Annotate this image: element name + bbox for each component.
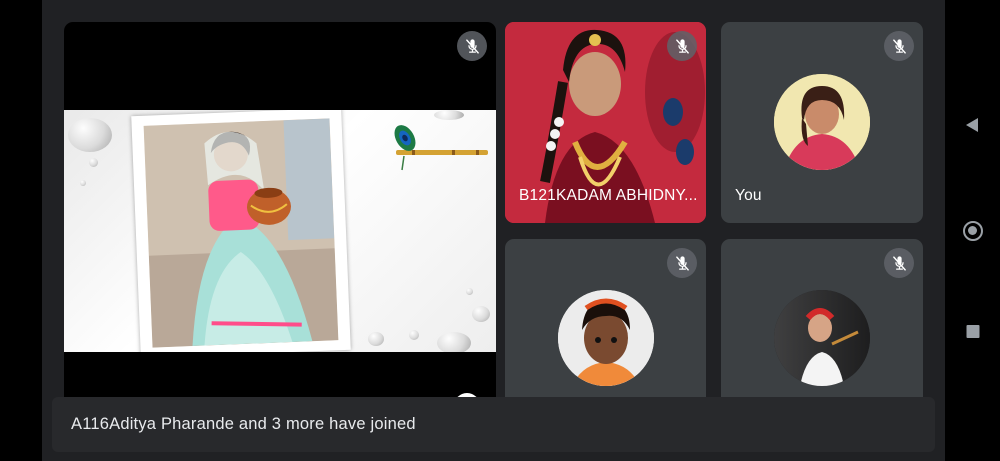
shared-content-slide (64, 110, 496, 352)
water-drop-decoration (68, 118, 112, 152)
participant-tile-b121[interactable]: B121KADAM ABHIDNY... (505, 22, 706, 223)
participant-name: You (735, 187, 762, 204)
avatar (774, 74, 870, 170)
mic-off-icon (884, 31, 914, 61)
mic-off-icon (667, 31, 697, 61)
participant-tile-you[interactable]: You (721, 22, 923, 223)
framed-photo (131, 110, 351, 352)
participant-name: B121KADAM ABHIDNY... (519, 187, 698, 204)
water-drop-decoration (368, 332, 384, 346)
mic-off-icon (884, 248, 914, 278)
recents-icon[interactable] (966, 325, 979, 338)
mic-off-icon (457, 31, 487, 61)
join-notification-text: A116Aditya Pharande and 3 more have join… (71, 415, 416, 433)
left-screen-edge (0, 0, 42, 461)
avatar (558, 290, 654, 386)
water-drop-decoration (409, 330, 419, 340)
water-drop-decoration (472, 306, 490, 322)
flute-feather-graphic (394, 125, 488, 171)
main-participant-tile[interactable] (64, 22, 496, 442)
water-drop-decoration (89, 158, 98, 167)
back-icon[interactable] (965, 118, 978, 132)
join-notification: A116Aditya Pharande and 3 more have join… (52, 397, 935, 452)
child-photo (143, 118, 339, 348)
system-navigation-bar (945, 0, 1000, 461)
mic-off-icon (667, 248, 697, 278)
home-icon[interactable] (962, 221, 983, 241)
avatar (774, 290, 870, 386)
water-drop-decoration (80, 180, 86, 186)
water-drop-decoration (466, 288, 473, 295)
water-drop-decoration (437, 332, 471, 352)
